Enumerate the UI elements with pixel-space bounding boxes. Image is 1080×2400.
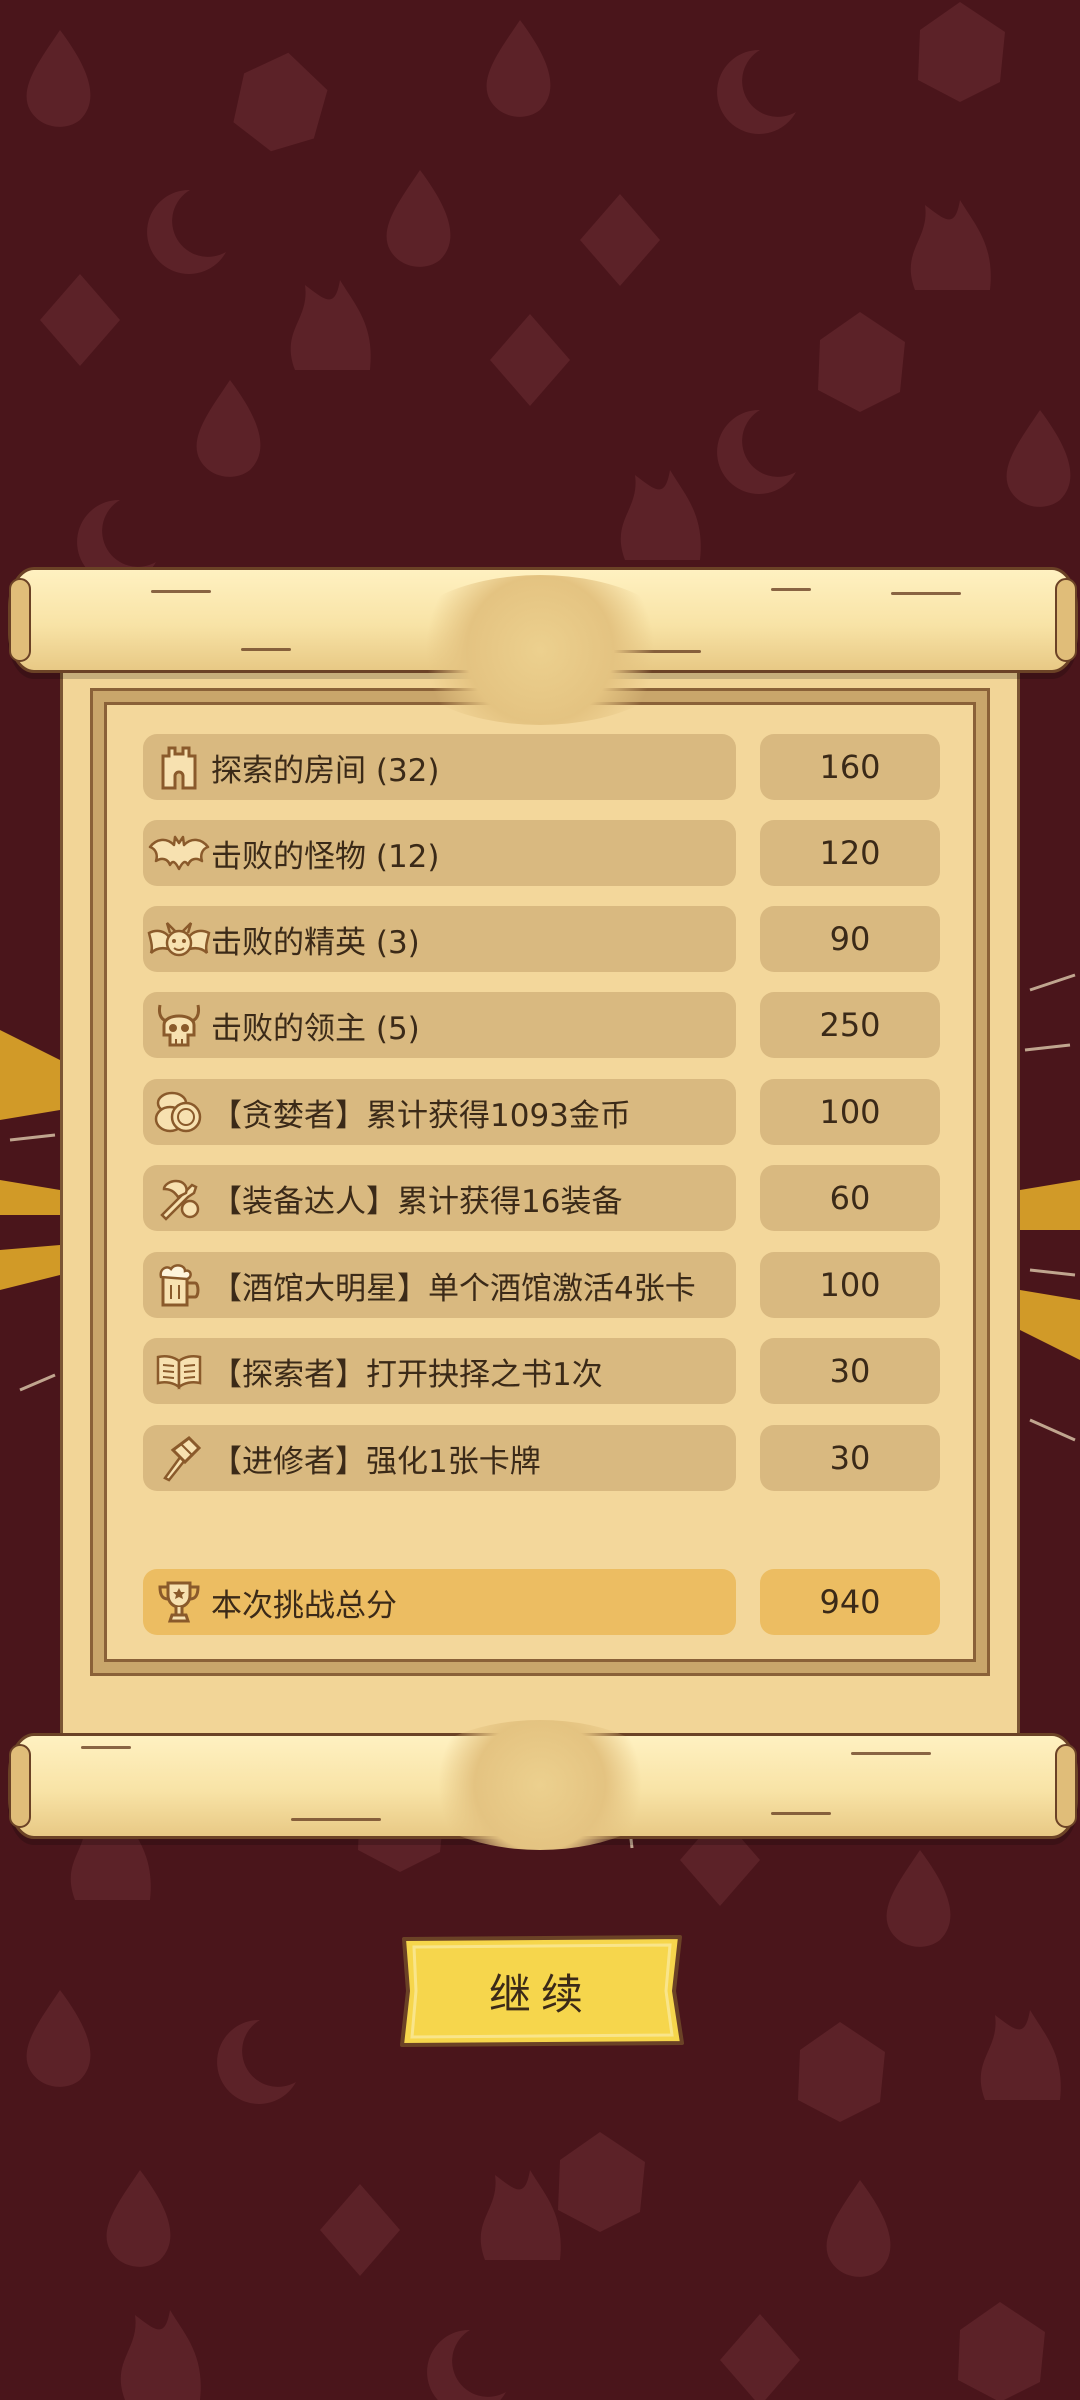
total-score-row: 本次挑战总分 940: [143, 1569, 940, 1635]
score-row-coins: 【贪婪者】累计获得1093金币 100: [143, 1079, 940, 1145]
row-label-pill: 探索的房间 (32): [143, 734, 736, 800]
row-value: 90: [760, 906, 940, 972]
score-row-book: 【探索者】打开抉择之书1次 30: [143, 1338, 940, 1404]
row-label: 【进修者】强化1张卡牌: [211, 1443, 541, 1480]
row-value: 160: [760, 734, 940, 800]
row-label: 【酒馆大明星】单个酒馆激活4张卡: [211, 1270, 696, 1307]
tower-icon: [147, 737, 211, 797]
row-label-pill: 【进修者】强化1张卡牌: [143, 1425, 736, 1491]
score-row-monsters: 击败的怪物 (12) 120: [143, 820, 940, 886]
row-value: 120: [760, 820, 940, 886]
score-row-equipment: 【装备达人】累计获得16装备 60: [143, 1165, 940, 1231]
row-value: 250: [760, 992, 940, 1058]
winged-demon-icon: [147, 909, 211, 969]
total-label: 本次挑战总分: [211, 1587, 397, 1624]
row-label: 【探索者】打开抉择之书1次: [211, 1356, 603, 1393]
total-value: 940: [760, 1569, 940, 1635]
score-row-elites: 击败的精英 (3) 90: [143, 906, 940, 972]
trophy-icon: [147, 1572, 211, 1632]
seal-top: [395, 575, 685, 725]
row-label: 击败的怪物 (12): [211, 838, 440, 875]
equipment-icon: [147, 1168, 211, 1228]
row-label: 击败的精英 (3): [211, 924, 420, 961]
hammer-icon: [147, 1428, 211, 1488]
continue-button-label: 继续: [488, 1969, 593, 2019]
score-row-upgrade: 【进修者】强化1张卡牌 30: [143, 1425, 940, 1491]
beer-mug-icon: [147, 1255, 211, 1315]
row-label-pill: 【装备达人】累计获得16装备: [143, 1165, 736, 1231]
row-label-pill: 击败的精英 (3): [143, 906, 736, 972]
score-row-bosses: 击败的领主 (5) 250: [143, 992, 940, 1058]
score-row-tavern: 【酒馆大明星】单个酒馆激活4张卡 100: [143, 1252, 940, 1318]
row-label-pill: 【酒馆大明星】单个酒馆激活4张卡: [143, 1252, 736, 1318]
row-value: 100: [760, 1079, 940, 1145]
row-value: 60: [760, 1165, 940, 1231]
row-value: 100: [760, 1252, 940, 1318]
row-label: 击败的领主 (5): [211, 1010, 420, 1047]
row-label-pill: 【贪婪者】累计获得1093金币: [143, 1079, 736, 1145]
horned-skull-icon: [147, 995, 211, 1055]
row-label-pill: 击败的怪物 (12): [143, 820, 736, 886]
seal-bottom: [410, 1720, 670, 1850]
bat-icon: [147, 823, 211, 883]
row-label: 【贪婪者】累计获得1093金币: [211, 1097, 631, 1134]
row-value: 30: [760, 1338, 940, 1404]
row-label-pill: 击败的领主 (5): [143, 992, 736, 1058]
score-row-rooms: 探索的房间 (32) 160: [143, 734, 940, 800]
row-label: 【装备达人】累计获得16装备: [211, 1183, 623, 1220]
row-label-pill: 【探索者】打开抉择之书1次: [143, 1338, 736, 1404]
coins-icon: [147, 1082, 211, 1142]
row-label: 探索的房间 (32): [211, 752, 440, 789]
open-book-icon: [147, 1341, 211, 1401]
total-label-pill: 本次挑战总分: [143, 1569, 736, 1635]
row-value: 30: [760, 1425, 940, 1491]
continue-button[interactable]: 继续: [398, 1935, 684, 2047]
